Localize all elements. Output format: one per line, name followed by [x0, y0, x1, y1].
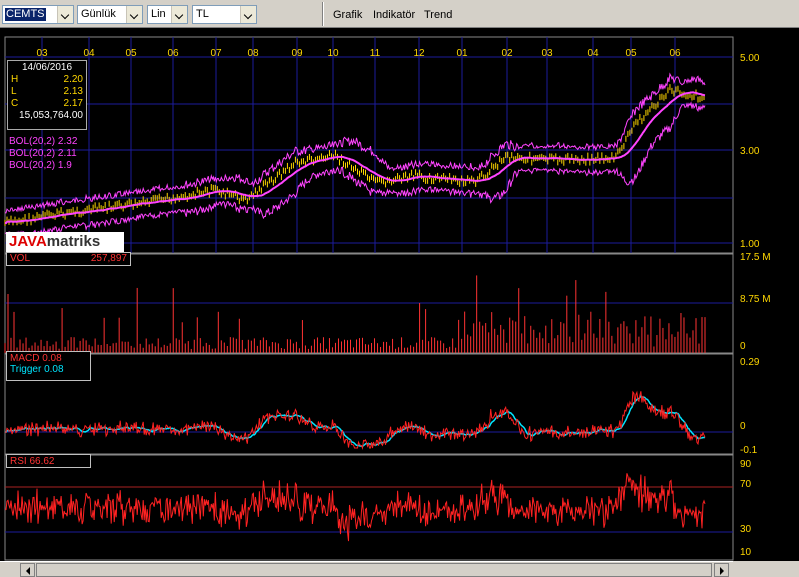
ohlc-high-value: 2.20 — [63, 74, 83, 85]
macd-line — [4, 390, 706, 450]
symbol-select[interactable]: CEMTS — [2, 5, 74, 24]
chart-canvas[interactable]: 03 04 05 06 07 08 09 10 11 12 01 02 03 04 05 06 5.003.00… — [0, 28, 799, 561]
scrollbar-corner — [733, 561, 799, 577]
axis-tick-label: 17.5 M — [740, 252, 771, 263]
axis-tick-label: 8.75 M — [740, 294, 771, 305]
bollinger-middle-label: BOL(20,2) 2.11 — [9, 148, 77, 159]
chevron-down-icon[interactable] — [126, 6, 142, 23]
axis-tick-label: 0.29 — [740, 357, 760, 368]
axis-tick-label: 10 — [740, 547, 752, 558]
rsi-label-box: RSI 66.62 — [6, 454, 91, 468]
horizontal-scrollbar[interactable] — [0, 561, 733, 577]
scale-value: Lin — [151, 8, 166, 20]
scale-select[interactable]: Lin — [147, 5, 188, 24]
axis-tick-label: 3.00 — [740, 146, 760, 157]
volume-label: VOL — [10, 253, 31, 264]
period-value: Günlük — [81, 8, 116, 20]
trigger-line — [4, 394, 706, 448]
bollinger-lower-label: BOL(20,2) 1.9 — [9, 160, 72, 171]
bollinger-legend: BOL(20,2) 2.32 BOL(20,2) 2.11 BOL(20,2) … — [9, 136, 77, 172]
ohlc-info-box: 14/06/2016 H 2.20 L 2.13 C 2.17 15,053,764.… — [7, 60, 87, 130]
axis-tick-label: 1.00 — [740, 239, 760, 250]
trigger-label: Trigger 0.08 — [10, 364, 64, 375]
rsi-label: RSI 66.62 — [10, 456, 55, 467]
axis-tick-label: 5.00 — [740, 53, 760, 64]
ohlc-low-value: 2.13 — [63, 86, 83, 97]
symbol-value: CEMTS — [5, 8, 46, 21]
bollinger-lower-band — [4, 101, 706, 238]
bollinger-middle-line — [4, 91, 706, 225]
ohlc-close-value: 2.17 — [63, 98, 83, 109]
javamatriks-logo: JAVAmatriks — [6, 232, 124, 252]
macd-label: MACD 0.08 — [10, 353, 62, 364]
panel-border-macd — [4, 353, 734, 455]
volume-label-box: VOL 257,897 — [6, 252, 131, 266]
axis-tick-label: 0 — [740, 341, 746, 352]
menu-indikator[interactable]: Indikatör — [373, 9, 415, 21]
currency-value: TL — [196, 8, 209, 20]
volume-value: 257,897 — [90, 253, 127, 264]
ohlc-close-label: C — [11, 98, 19, 109]
bollinger-upper-label: BOL(20,2) 2.32 — [9, 136, 78, 147]
axis-tick-label: 90 — [740, 459, 752, 470]
scroll-thumb[interactable] — [36, 563, 712, 577]
toolbar-separator — [322, 2, 324, 26]
axis-tick-label: 0 — [740, 421, 746, 432]
bollinger-upper-band — [5, 72, 706, 214]
ohlc-volume: 15,053,764.00 — [19, 110, 83, 121]
ohlc-low-label: L — [11, 86, 17, 97]
currency-select[interactable]: TL — [192, 5, 257, 24]
ohlc-high-label: H — [11, 74, 19, 85]
rsi-line — [4, 473, 706, 542]
menu-trend[interactable]: Trend — [424, 9, 452, 21]
chart-area[interactable]: 03 04 05 06 07 08 09 10 11 12 01 02 03 04 05 06 5.00 3.00… — [0, 28, 799, 561]
ohlc-date: 14/06/2016 — [21, 62, 73, 73]
scroll-left-arrow-icon[interactable] — [20, 563, 35, 577]
axis-tick-label: -0.1 — [740, 445, 758, 456]
menu-grafik[interactable]: Grafik — [333, 9, 362, 21]
panel-border-rsi — [4, 454, 734, 561]
chevron-down-icon[interactable] — [240, 6, 256, 23]
axis-tick-label: 30 — [740, 524, 752, 535]
chevron-down-icon[interactable] — [57, 6, 73, 23]
toolbar: CEMTS Günlük Lin TL Grafik Indikatör Tre… — [0, 0, 799, 28]
scroll-right-arrow-icon[interactable] — [714, 563, 729, 577]
chevron-down-icon[interactable] — [171, 6, 187, 23]
period-select[interactable]: Günlük — [77, 5, 143, 24]
macd-label-box: MACD 0.08 Trigger 0.08 — [6, 351, 91, 381]
axis-tick-label: 70 — [740, 479, 752, 490]
